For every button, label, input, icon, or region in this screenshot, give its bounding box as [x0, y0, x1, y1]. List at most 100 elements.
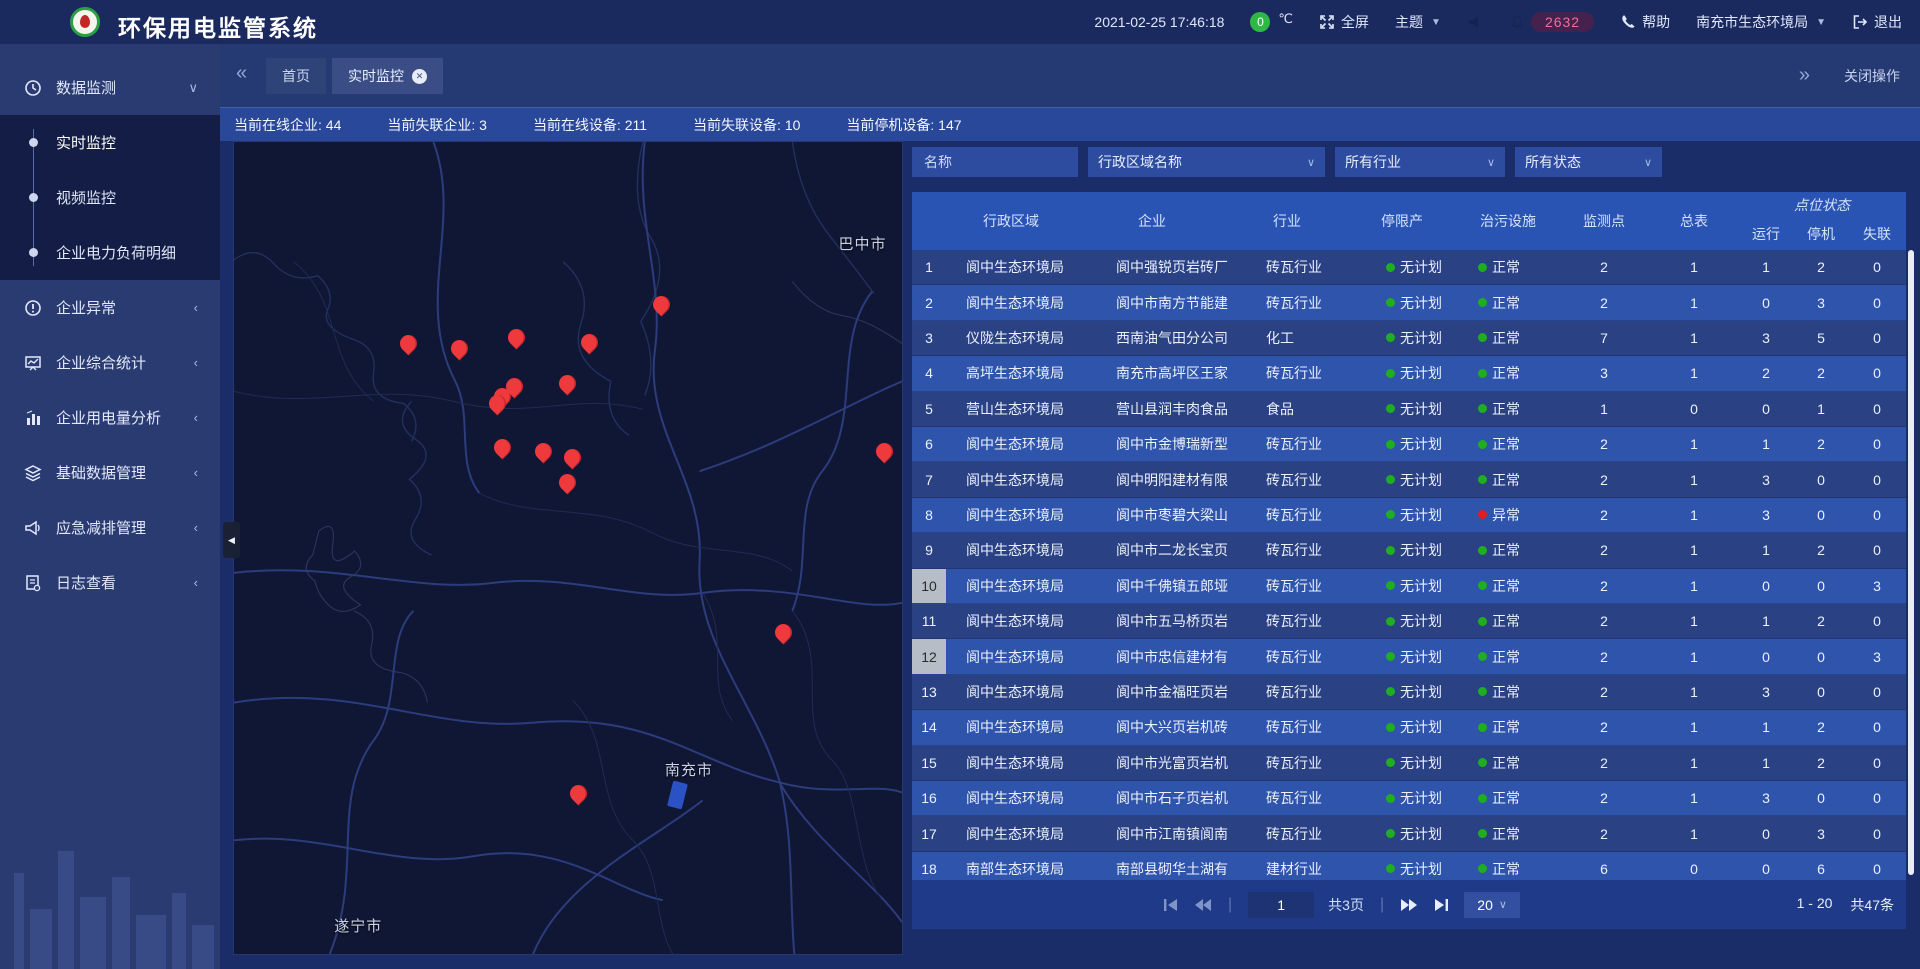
cell-industry: 砖瓦行业 — [1228, 675, 1346, 709]
table-row[interactable]: 12阆中生态环境局阆中市忠信建材有限公砖瓦行业无计划正常21003 — [912, 639, 1906, 674]
cell-run: 3 — [1738, 781, 1794, 815]
sidebar-subitem-0-0[interactable]: 实时监控 — [0, 115, 220, 170]
row-index: 5 — [912, 392, 946, 426]
cell-district: 阆中生态环境局 — [946, 781, 1076, 815]
table-row[interactable]: 8阆中生态环境局阆中市枣碧大梁山页岩砖瓦行业无计划异常21300 — [912, 498, 1906, 533]
sidebar-subitem-0-1[interactable]: 视频监控 — [0, 170, 220, 225]
table-row[interactable]: 2阆中生态环境局阆中市南方节能建材有砖瓦行业无计划正常21030 — [912, 285, 1906, 320]
cell-facility: 异常 — [1458, 498, 1558, 532]
sidebar-item-5[interactable]: 应急减排管理‹ — [0, 500, 220, 555]
cell-limit: 无计划 — [1346, 392, 1458, 426]
cell-total: 1 — [1650, 746, 1738, 780]
cell-limit: 无计划 — [1346, 321, 1458, 355]
prev-page-icon[interactable] — [1194, 897, 1212, 913]
table-row[interactable]: 4高坪生态环境局南充市高坪区王家店建砖瓦行业无计划正常31220 — [912, 356, 1906, 391]
notifications[interactable]: 2632 — [1509, 12, 1594, 32]
stats-bar: 当前在线企业: 44当前失联企业: 3当前在线设备: 211当前失联设备: 10… — [220, 107, 1920, 141]
table-row[interactable]: 3仪陇生态环境局西南油气田分公司川中化工无计划正常71350 — [912, 321, 1906, 356]
sidebar-item-1[interactable]: 企业异常‹ — [0, 280, 220, 335]
help-button[interactable]: 帮助 — [1620, 12, 1670, 32]
col-run: 运行 — [1738, 218, 1794, 250]
region-filter-select[interactable]: 行政区域名称 ∨ — [1088, 147, 1325, 177]
last-page-icon[interactable] — [1432, 897, 1450, 913]
sidebar-submenu: 实时监控视频监控企业电力负荷明细 — [0, 115, 220, 280]
voice-toggle[interactable] — [1467, 14, 1483, 30]
table-row[interactable]: 11阆中生态环境局阆中市五马桥页岩机砖砖瓦行业无计划正常21120 — [912, 604, 1906, 639]
sidebar-subitem-0-2[interactable]: 企业电力负荷明细 — [0, 225, 220, 280]
cell-industry: 化工 — [1228, 321, 1346, 355]
next-page-icon[interactable] — [1400, 897, 1418, 913]
log-icon — [24, 574, 42, 592]
panel-collapse-handle[interactable]: ◀ — [223, 522, 240, 558]
cell-company: 阆中市金博瑞新型墙材 — [1076, 427, 1228, 461]
status-filter-value: 所有状态 — [1525, 152, 1581, 172]
cell-points: 2 — [1558, 675, 1650, 709]
status-dot-icon — [1478, 723, 1487, 732]
map[interactable]: 巴中市南充市遂宁市 — [233, 141, 903, 955]
page-size-select[interactable]: 20 ∨ — [1464, 892, 1520, 918]
status-dot-icon — [1478, 369, 1487, 378]
industry-filter-select[interactable]: 所有行业 ∨ — [1335, 147, 1505, 177]
bars-icon — [24, 409, 42, 427]
table-row[interactable]: 9阆中生态环境局阆中市二龙长宝页岩砖砖瓦行业无计划正常21120 — [912, 533, 1906, 568]
table-row[interactable]: 15阆中生态环境局阆中市光富页岩机砖厂砖瓦行业无计划正常21120 — [912, 746, 1906, 781]
sidebar-item-3[interactable]: 企业用电量分析‹ — [0, 390, 220, 445]
logout-button[interactable]: 退出 — [1852, 12, 1902, 32]
cell-facility: 正常 — [1458, 675, 1558, 709]
cell-run: 0 — [1738, 392, 1794, 426]
table-row[interactable]: 14阆中生态环境局阆中大兴页岩机砖厂砖瓦行业无计划正常21120 — [912, 710, 1906, 745]
table-row[interactable]: 7阆中生态环境局阆中明阳建材有限公司砖瓦行业无计划正常21300 — [912, 462, 1906, 497]
content: 巴中市南充市遂宁市 ◀ 行政区域名称 ∨ 所有行业 ∨ 所有状态 ∨ — [220, 141, 1920, 969]
theme-dropdown[interactable]: 主题 ▼ — [1395, 12, 1441, 32]
col-limit: 停限产 — [1346, 192, 1458, 250]
status-dot-icon — [1478, 333, 1487, 342]
fullscreen-label: 全屏 — [1341, 12, 1369, 32]
temperature-badge: 0 — [1250, 12, 1270, 32]
total-count-label: 共47条 — [1850, 895, 1894, 915]
table-row[interactable]: 1阆中生态环境局阆中强锐页岩砖厂砖瓦行业无计划正常21120 — [912, 250, 1906, 285]
cell-total: 1 — [1650, 356, 1738, 390]
name-filter-input[interactable] — [922, 153, 1068, 171]
cell-district: 营山生态环境局 — [946, 392, 1076, 426]
cell-run: 3 — [1738, 321, 1794, 355]
page-number-input[interactable]: 1 — [1248, 892, 1314, 918]
sidebar-item-6[interactable]: 日志查看‹ — [0, 555, 220, 610]
first-page-icon[interactable] — [1162, 897, 1180, 913]
tabs-scroll-right-icon[interactable]: » — [1799, 64, 1810, 87]
table-row[interactable]: 16阆中生态环境局阆中市石子页岩机砖厂砖瓦行业无计划正常21300 — [912, 781, 1906, 816]
status-dot-icon — [1386, 333, 1395, 342]
cell-facility: 正常 — [1458, 533, 1558, 567]
table-row[interactable]: 18南部生态环境局南部县砌华土湖有限公建材行业无计划正常60060 — [912, 852, 1906, 880]
sidebar-item-2[interactable]: 企业综合统计‹ — [0, 335, 220, 390]
close-operations-button[interactable]: 关闭操作 — [1844, 66, 1900, 86]
cell-stop: 2 — [1794, 746, 1848, 780]
user-dropdown[interactable]: 南充市生态环境局 ▼ — [1696, 12, 1826, 32]
table-scrollbar[interactable] — [1908, 250, 1914, 875]
tabs-scroll-left-icon[interactable]: « — [236, 62, 247, 85]
table-row[interactable]: 5营山生态环境局营山县润丰肉食品有限食品无计划正常10010 — [912, 392, 1906, 427]
table-row[interactable]: 17阆中生态环境局阆中市江南镇阆南页岩砖瓦行业无计划正常21030 — [912, 816, 1906, 851]
tab-home[interactable]: 首页 — [266, 58, 326, 94]
status-filter-select[interactable]: 所有状态 ∨ — [1515, 147, 1662, 177]
chevron-down-icon: ▼ — [1816, 17, 1826, 28]
cell-limit: 无计划 — [1346, 781, 1458, 815]
sidebar-item-4[interactable]: 基础数据管理‹ — [0, 445, 220, 500]
table-row[interactable]: 10阆中生态环境局阆中千佛镇五郎垭页岩砖瓦行业无计划正常21003 — [912, 569, 1906, 604]
row-index: 2 — [912, 285, 946, 319]
cell-facility: 正常 — [1458, 569, 1558, 603]
table-row[interactable]: 6阆中生态环境局阆中市金博瑞新型墙材砖瓦行业无计划正常21120 — [912, 427, 1906, 462]
row-index: 1 — [912, 250, 946, 284]
chevron-left-icon: ‹ — [194, 520, 198, 535]
table-header: 行政区域 企业 行业 停限产 治污设施 监测点 总表 点位状态 运行 停机 失联 — [912, 192, 1906, 250]
sidebar-item-0[interactable]: 数据监测∨ — [0, 60, 220, 115]
name-filter[interactable] — [912, 147, 1078, 177]
logout-label: 退出 — [1874, 12, 1902, 32]
tab-realtime-monitor[interactable]: 实时监控 ✕ — [332, 58, 443, 94]
divider: | — [1228, 896, 1232, 914]
cell-points: 2 — [1558, 427, 1650, 461]
fullscreen-button[interactable]: 全屏 — [1319, 12, 1369, 32]
cell-points: 6 — [1558, 852, 1650, 880]
close-icon[interactable]: ✕ — [412, 69, 427, 84]
table-row[interactable]: 13阆中生态环境局阆中市金福旺页岩机砖砖瓦行业无计划正常21300 — [912, 675, 1906, 710]
cell-total: 1 — [1650, 285, 1738, 319]
